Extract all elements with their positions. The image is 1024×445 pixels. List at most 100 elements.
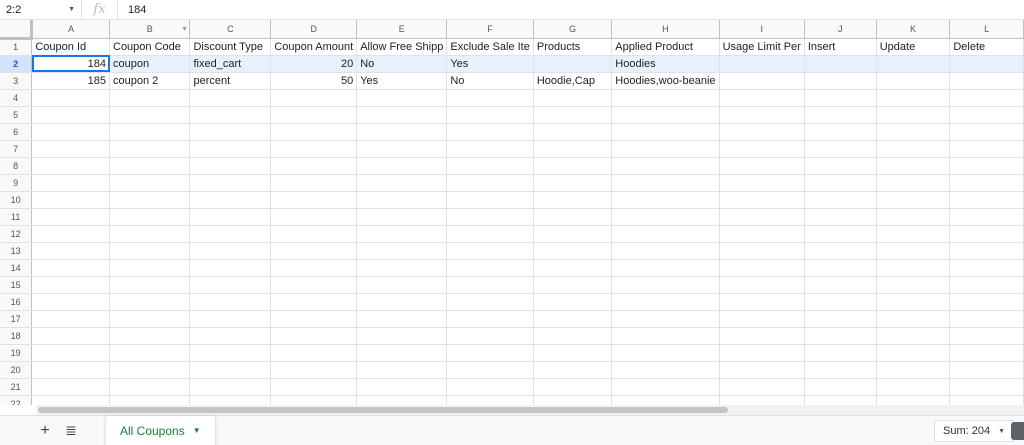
cell[interactable] [189, 327, 272, 345]
row-header[interactable]: 7 [0, 140, 33, 158]
cell[interactable] [31, 310, 110, 328]
cell[interactable]: coupon 2 [109, 72, 191, 90]
cell[interactable] [270, 242, 358, 260]
cell[interactable] [611, 378, 720, 396]
cell[interactable]: 50 [270, 72, 358, 90]
cell[interactable] [611, 344, 720, 362]
cell[interactable] [611, 395, 720, 405]
cell[interactable] [109, 242, 191, 260]
row-header[interactable]: 12 [0, 225, 33, 243]
cell[interactable]: Hoodies,woo-beanie [611, 72, 720, 90]
row-header[interactable]: 13 [0, 242, 33, 260]
cell[interactable] [356, 259, 448, 277]
row-header[interactable]: 21 [0, 378, 33, 396]
cell[interactable] [876, 361, 951, 379]
cell[interactable] [356, 276, 448, 294]
cell[interactable] [611, 276, 720, 294]
cell[interactable] [949, 259, 1024, 277]
cell[interactable] [109, 259, 191, 277]
cell[interactable] [804, 55, 877, 73]
cell[interactable] [446, 174, 534, 192]
cell[interactable] [446, 225, 534, 243]
cell[interactable] [189, 293, 272, 311]
cell[interactable] [31, 259, 110, 277]
cell[interactable]: 184 [31, 55, 110, 73]
cell[interactable] [876, 310, 951, 328]
cell[interactable] [804, 242, 877, 260]
cell[interactable] [356, 106, 448, 124]
cell[interactable] [446, 89, 534, 107]
cell[interactable] [31, 225, 110, 243]
cell[interactable] [109, 225, 191, 243]
cell[interactable] [189, 361, 272, 379]
cell[interactable] [876, 242, 951, 260]
cell[interactable] [31, 276, 110, 294]
cell[interactable] [804, 259, 877, 277]
cell[interactable] [949, 310, 1024, 328]
cell[interactable] [611, 140, 720, 158]
cell[interactable] [109, 174, 191, 192]
cell[interactable] [611, 106, 720, 124]
cell[interactable] [189, 344, 272, 362]
cell[interactable] [109, 344, 191, 362]
cell[interactable] [270, 225, 358, 243]
cell[interactable] [533, 293, 613, 311]
cell[interactable] [356, 293, 448, 311]
cell[interactable] [719, 276, 805, 294]
cell[interactable] [533, 361, 613, 379]
cell[interactable] [876, 72, 951, 90]
cell[interactable] [719, 242, 805, 260]
cell[interactable] [31, 378, 110, 396]
row-header[interactable]: 2 [0, 55, 33, 73]
cell[interactable] [719, 395, 805, 405]
cell[interactable] [356, 157, 448, 175]
cell[interactable] [270, 310, 358, 328]
cell[interactable] [611, 157, 720, 175]
cell[interactable] [109, 327, 191, 345]
cell[interactable] [719, 225, 805, 243]
column-header-l[interactable]: L [949, 20, 1024, 39]
cell[interactable] [109, 123, 191, 141]
cell[interactable]: Yes [356, 72, 448, 90]
cell[interactable] [533, 140, 613, 158]
row-header[interactable]: 4 [0, 89, 33, 107]
cell[interactable] [533, 276, 613, 294]
cell[interactable] [270, 327, 358, 345]
cell[interactable] [949, 72, 1024, 90]
column-header-g[interactable]: G [533, 20, 613, 39]
cell[interactable] [876, 191, 951, 209]
cell[interactable]: Hoodie,Cap [533, 72, 613, 90]
cell[interactable] [270, 259, 358, 277]
cell[interactable] [189, 157, 272, 175]
cell[interactable] [533, 242, 613, 260]
row-header[interactable]: 14 [0, 259, 33, 277]
cell[interactable] [270, 140, 358, 158]
add-sheet-icon[interactable]: + [34, 422, 56, 440]
cell[interactable] [189, 174, 272, 192]
cell[interactable] [533, 55, 613, 73]
cell[interactable] [804, 395, 877, 405]
cell[interactable] [876, 259, 951, 277]
cell[interactable] [31, 106, 110, 124]
cell[interactable] [949, 191, 1024, 209]
cell[interactable] [446, 242, 534, 260]
row-header[interactable]: 5 [0, 106, 33, 124]
cell[interactable] [611, 208, 720, 226]
column-header-d[interactable]: D [270, 20, 358, 39]
row-header[interactable]: 9 [0, 174, 33, 192]
cell[interactable] [189, 395, 272, 405]
cell[interactable] [189, 208, 272, 226]
cell[interactable] [31, 140, 110, 158]
row-header[interactable]: 3 [0, 72, 33, 90]
cell[interactable] [446, 191, 534, 209]
cell[interactable] [611, 123, 720, 141]
cell[interactable] [446, 106, 534, 124]
column-header-a[interactable]: A [31, 20, 110, 39]
column-header-j[interactable]: J [804, 20, 877, 39]
row-header[interactable]: 16 [0, 293, 33, 311]
cell[interactable] [804, 89, 877, 107]
cell[interactable] [719, 72, 805, 90]
cell[interactable] [719, 327, 805, 345]
cell[interactable] [719, 310, 805, 328]
cell[interactable] [356, 89, 448, 107]
